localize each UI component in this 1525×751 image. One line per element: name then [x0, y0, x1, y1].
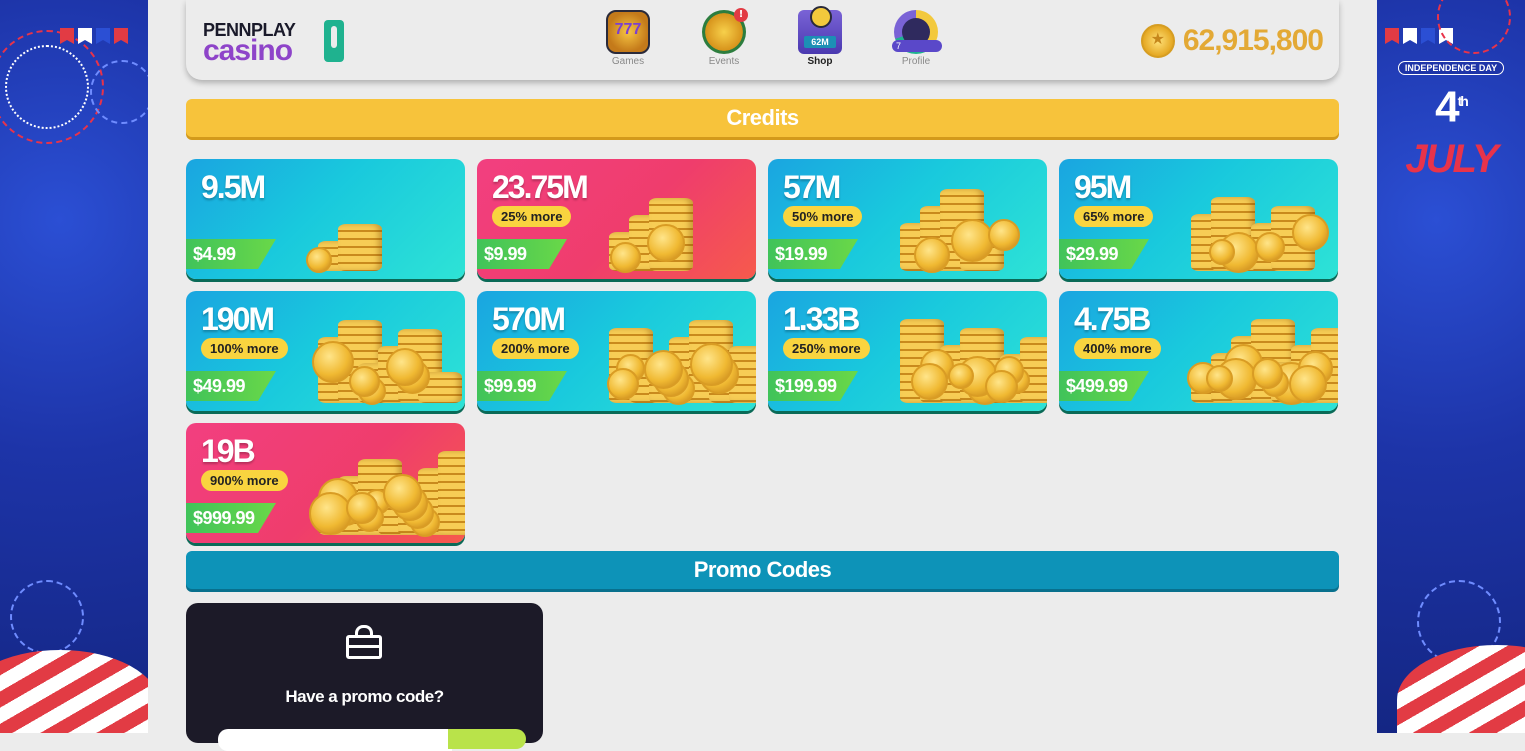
july-day-number: 4 — [1435, 82, 1460, 132]
nav-shop-label: Shop — [807, 56, 833, 67]
credit-package-card[interactable]: 23.75M 25% more $9.99 — [477, 159, 756, 279]
package-amount: 1.33B — [783, 301, 860, 337]
package-amount: 19B — [201, 433, 256, 469]
left-decorative-banner — [0, 0, 148, 733]
credit-package-card[interactable]: 19B 900% more $999.99 — [186, 423, 465, 543]
logo-bottom-text: casino — [203, 34, 293, 67]
credit-package-card[interactable]: 9.5M $4.99 — [186, 159, 465, 279]
package-amount: 57M — [783, 169, 841, 205]
gold-coins-illustration — [306, 291, 465, 411]
package-bonus-badge: 250% more — [783, 338, 870, 359]
package-price: $29.99 — [1059, 239, 1149, 269]
gift-icon — [346, 625, 382, 659]
nav-shop[interactable]: 62M Shop — [772, 6, 868, 67]
promo-title: Have a promo code? — [285, 687, 444, 706]
package-bonus-badge: 900% more — [201, 470, 288, 491]
package-bonus-badge: 400% more — [1074, 338, 1161, 359]
trophy-icon: ! — [702, 8, 748, 54]
gold-coins-illustration — [888, 159, 1047, 279]
nav-events-label: Events — [708, 56, 740, 67]
promo-submit-button[interactable] — [448, 729, 526, 749]
firework-decoration — [1437, 0, 1511, 54]
firework-decoration — [90, 60, 148, 124]
credit-package-card[interactable]: 57M 50% more $19.99 — [768, 159, 1047, 279]
nav-profile[interactable]: 7 Profile — [868, 10, 964, 67]
gold-coins-illustration — [597, 291, 756, 411]
profile-level-number: 7 — [892, 40, 942, 52]
package-price: $4.99 — [186, 239, 276, 269]
nav-events[interactable]: ! Events — [676, 8, 772, 67]
package-amount: 23.75M — [492, 169, 589, 205]
firework-decoration — [10, 580, 84, 654]
promo-code-card: Have a promo code? — [186, 603, 543, 751]
shop-icon-text: 62M — [804, 36, 836, 48]
gold-coins-illustration — [306, 423, 465, 543]
package-amount: 4.75B — [1074, 301, 1151, 337]
flag-wave-decoration — [1397, 645, 1525, 733]
gold-coins-illustration — [888, 291, 1047, 411]
balance-value: 62,915,800 — [1182, 24, 1324, 57]
nav-profile-label: Profile — [901, 56, 931, 67]
package-amount: 9.5M — [201, 169, 266, 205]
coin-icon — [1140, 24, 1175, 58]
credit-package-card[interactable]: 190M 100% more $49.99 — [186, 291, 465, 411]
gold-coins-illustration — [306, 159, 465, 279]
package-bonus-badge: 25% more — [492, 206, 572, 227]
flag-wave-decoration — [0, 650, 148, 733]
gold-coins-illustration — [1179, 291, 1338, 411]
right-decorative-banner: INDEPENDENCE DAY 4th JULY — [1377, 0, 1525, 733]
credit-package-card[interactable]: 4.75B 400% more $499.99 — [1059, 291, 1338, 411]
package-bonus-badge: 50% more — [783, 206, 863, 227]
package-bonus-badge: 65% more — [1074, 206, 1154, 227]
profile-level-icon: 7 — [892, 10, 942, 54]
credit-package-card[interactable]: 95M 65% more $29.99 — [1059, 159, 1338, 279]
package-price: $499.99 — [1059, 371, 1149, 401]
main-nav: 777 Games ! Events 62M Shop 7 Profile — [580, 6, 964, 67]
firework-decoration — [5, 45, 89, 129]
promo-codes-section-header: Promo Codes — [186, 551, 1339, 589]
july-month: JULY — [1405, 136, 1498, 181]
credit-package-card[interactable]: 570M 200% more $99.99 — [477, 291, 756, 411]
package-amount: 95M — [1074, 169, 1132, 205]
shop-icon: 62M — [798, 6, 842, 54]
coin-balance[interactable]: 62,915,800 — [1140, 24, 1324, 58]
package-price: $9.99 — [477, 239, 567, 269]
package-price: $999.99 — [186, 503, 276, 533]
nav-games[interactable]: 777 Games — [580, 10, 676, 67]
top-header: PENNPLAY casino 777 Games ! Events 62M S… — [186, 0, 1339, 80]
package-bonus-badge: 100% more — [201, 338, 288, 359]
nav-games-label: Games — [611, 56, 645, 67]
package-price: $49.99 — [186, 371, 276, 401]
gold-coins-illustration — [597, 159, 756, 279]
package-amount: 190M — [201, 301, 275, 337]
package-price: $19.99 — [768, 239, 858, 269]
independence-day-tag: INDEPENDENCE DAY — [1397, 61, 1505, 75]
pennplay-casino-logo[interactable]: PENNPLAY casino — [203, 20, 353, 67]
independence-day-badge: INDEPENDENCE DAY 4th JULY — [1387, 58, 1515, 181]
package-price: $99.99 — [477, 371, 567, 401]
bunting-decoration — [60, 28, 128, 44]
package-bonus-badge: 200% more — [492, 338, 579, 359]
credit-package-card[interactable]: 1.33B 250% more $199.99 — [768, 291, 1047, 411]
events-alert-badge: ! — [734, 8, 748, 22]
credits-section-header: Credits — [186, 99, 1339, 137]
july-day-suffix: th — [1457, 93, 1469, 109]
promo-code-input[interactable] — [218, 729, 452, 751]
microphone-icon — [324, 20, 344, 62]
gold-coins-illustration — [1179, 159, 1338, 279]
package-amount: 570M — [492, 301, 566, 337]
slot-machine-icon-text: 777 — [614, 21, 642, 38]
slot-machine-icon: 777 — [606, 10, 650, 54]
package-price: $199.99 — [768, 371, 858, 401]
